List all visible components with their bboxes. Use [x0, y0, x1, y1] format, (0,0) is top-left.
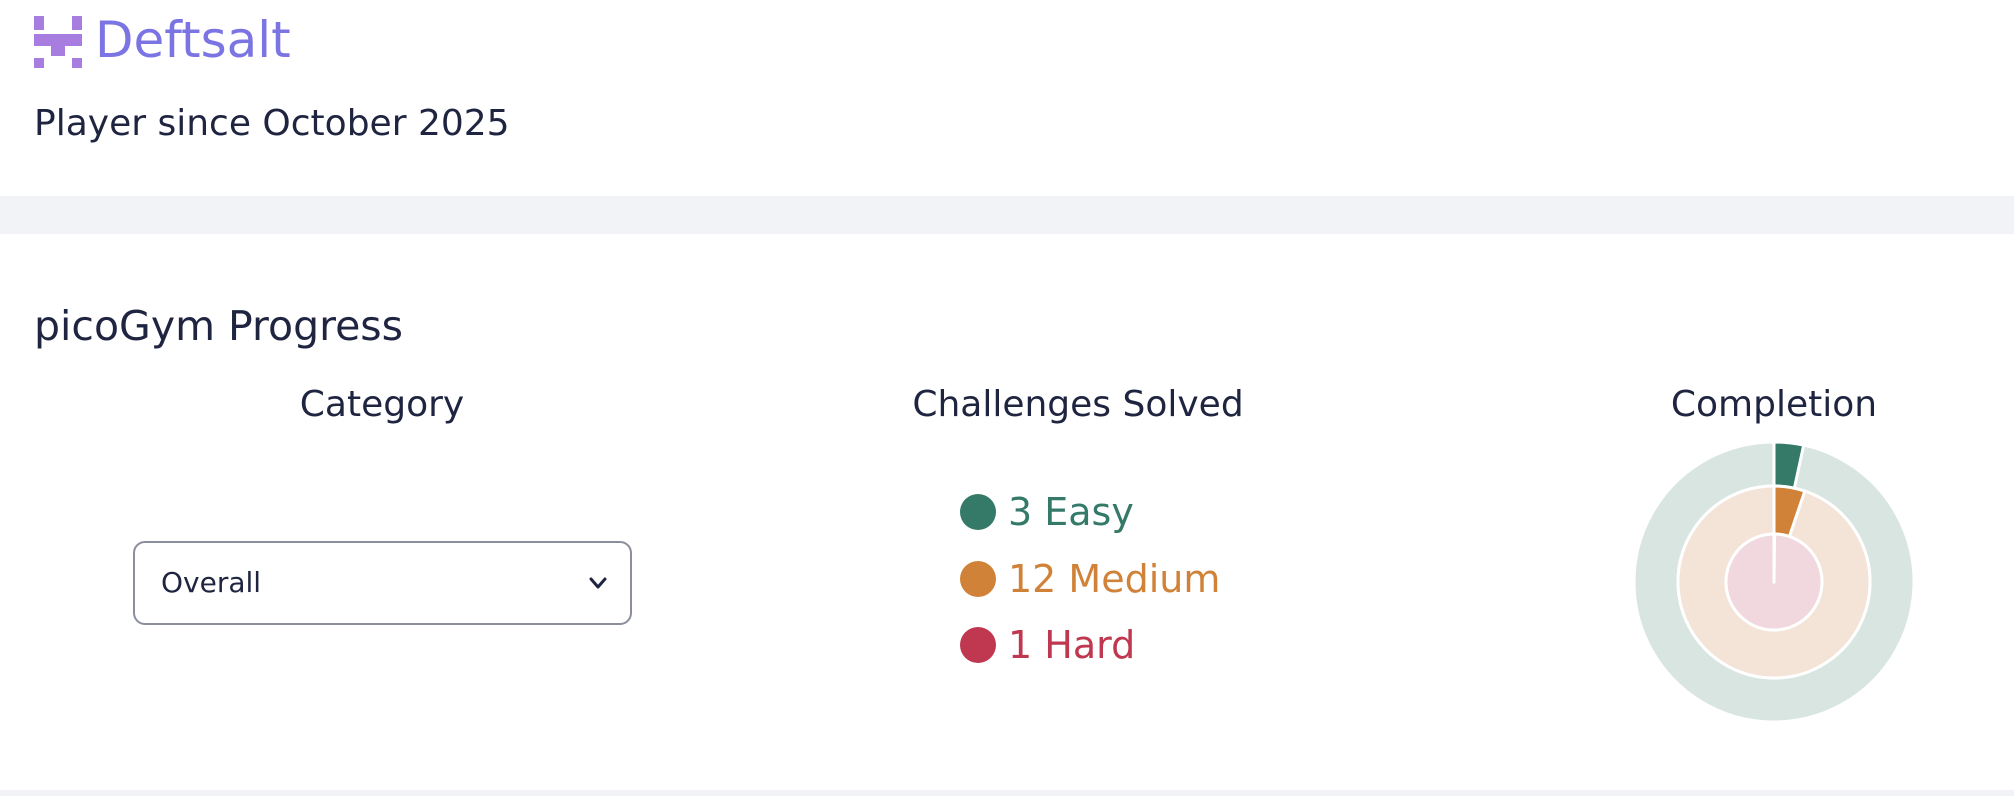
- solved-hard-label: 1 Hard: [1008, 623, 1136, 667]
- section-title: picoGym Progress: [34, 302, 404, 350]
- category-heading: Category: [299, 384, 465, 425]
- challenges-solved-heading: Challenges Solved: [912, 384, 1244, 425]
- completion-donut: [1634, 442, 1914, 722]
- medium-dot: [960, 561, 996, 597]
- username: Deftsalt: [95, 11, 291, 69]
- chevron-down-icon: [589, 577, 607, 589]
- profile-header: Deftsalt Player since October 2025: [0, 0, 2014, 196]
- progress-panel: picoGym Progress Category Challenges Sol…: [0, 234, 2014, 790]
- category-select[interactable]: Overall: [133, 541, 632, 625]
- hard-dot: [960, 627, 996, 663]
- category-select-value: Overall: [161, 566, 262, 599]
- solved-easy-label: 3 Easy: [1008, 490, 1134, 534]
- hard-completion-arc: [1772, 532, 1777, 583]
- pico-logo-icon: [34, 16, 82, 68]
- easy-dot: [960, 494, 996, 530]
- player-since-text: Player since October 2025: [34, 103, 510, 144]
- solved-easy-row: 3 Easy: [960, 487, 1134, 537]
- completion-heading: Completion: [1670, 384, 1878, 425]
- solved-hard-row: 1 Hard: [960, 620, 1135, 670]
- solved-medium-label: 12 Medium: [1008, 557, 1221, 601]
- solved-medium-row: 12 Medium: [960, 554, 1220, 604]
